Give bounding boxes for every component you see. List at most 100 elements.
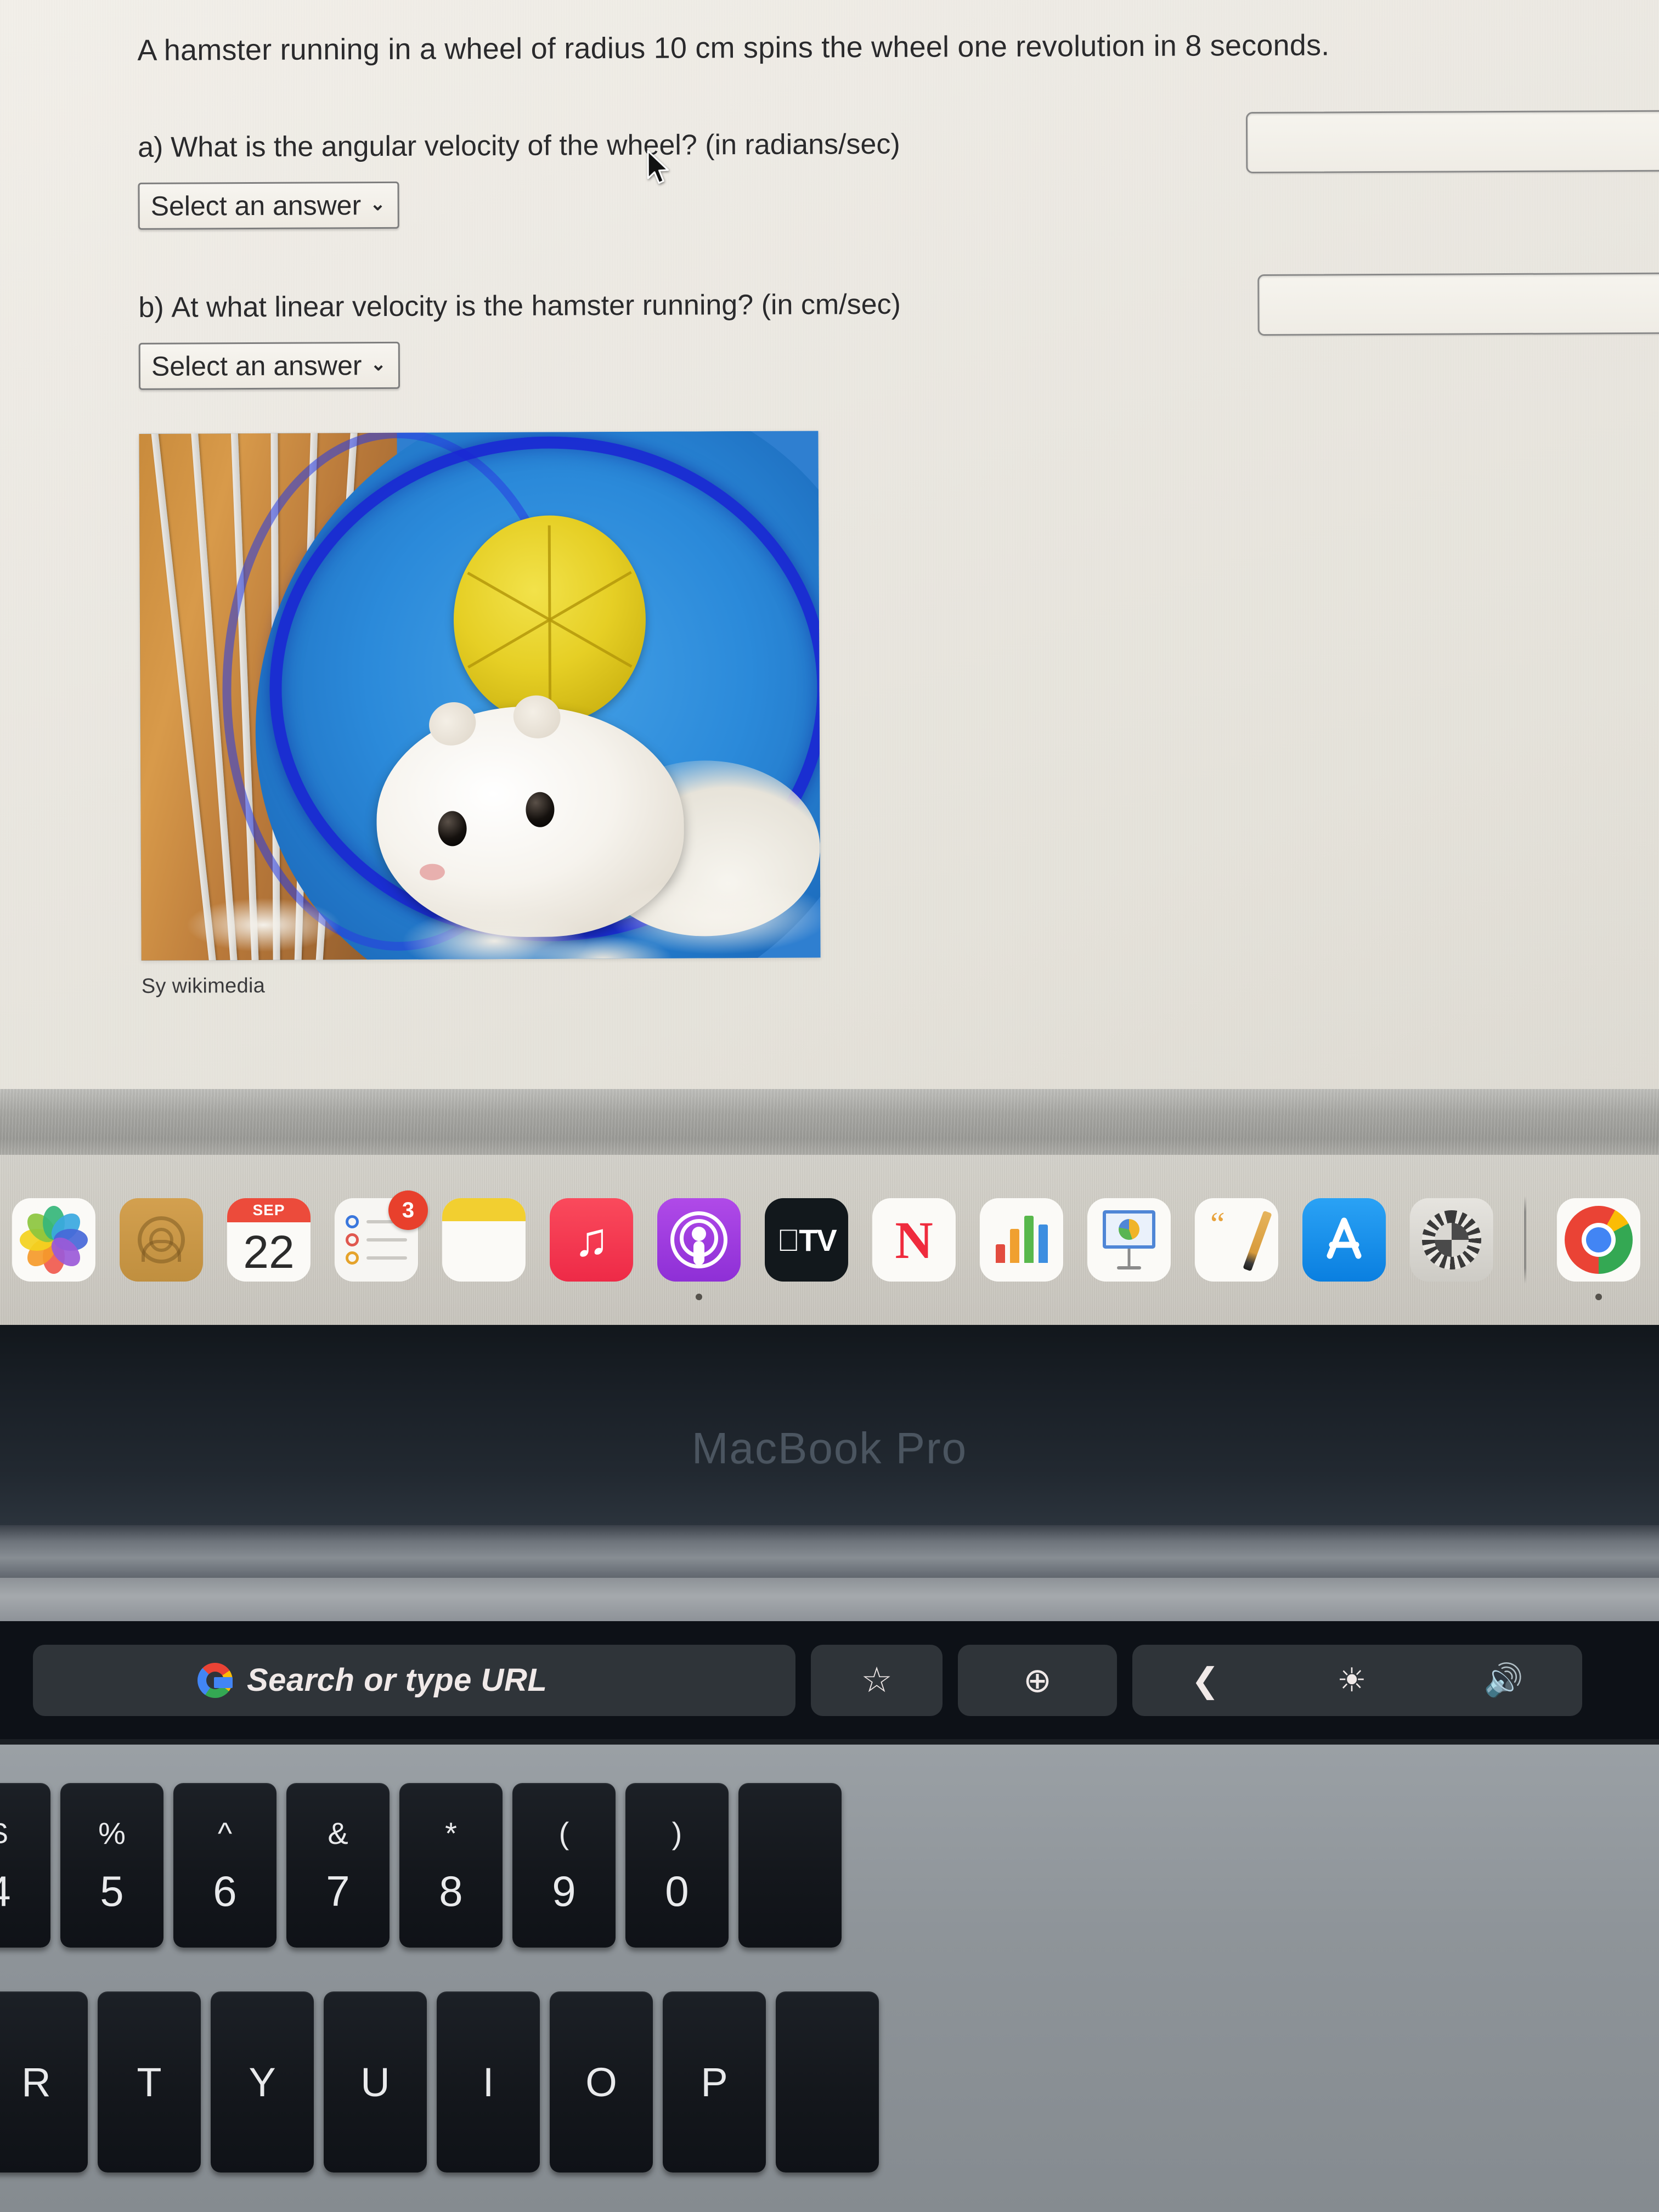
notes-icon [442, 1198, 526, 1221]
wheel-hub [453, 515, 646, 724]
macbook-pro-wordmark: MacBook Pro [691, 1423, 968, 1472]
calendar-day: 22 [243, 1226, 295, 1278]
answer-input-a[interactable] [1245, 109, 1659, 173]
news-icon: N [895, 1210, 933, 1269]
star-icon: ☆ [861, 1660, 893, 1700]
dock-item-google-chrome[interactable] [1557, 1198, 1640, 1300]
key-5[interactable]: % 5 [60, 1783, 163, 1948]
select-answer-b-label: Select an answer [151, 349, 362, 382]
reminder-dot-red [346, 1233, 359, 1246]
touchbar-control-strip: ❮ ☀ 🔊 [1132, 1644, 1582, 1716]
touchbar-bookmark-button[interactable]: ☆ [811, 1644, 943, 1716]
touchbar-omnibox-label: Search or type URL [247, 1662, 548, 1698]
select-answer-b[interactable]: Select an answer ⌄ [138, 341, 400, 390]
select-answer-a[interactable]: Select an answer ⌄ [138, 181, 399, 230]
dock-item-calendar[interactable]: SEP 22 [227, 1198, 311, 1282]
keynote-icon [1103, 1210, 1155, 1269]
dock-item-music[interactable]: ♫ [550, 1198, 633, 1282]
dock-item-news[interactable]: N [872, 1198, 956, 1282]
laptop-hinge [0, 1525, 1659, 1580]
apple-tv-icon: TV [777, 1222, 837, 1257]
photos-icon [20, 1206, 88, 1274]
key-o[interactable]: O [550, 1991, 653, 2172]
key-minus-partial[interactable] [738, 1783, 842, 1948]
key-4[interactable]: $ 4 [0, 1783, 50, 1948]
volume-icon[interactable]: 🔊 [1484, 1662, 1523, 1699]
key-bracket-partial[interactable] [776, 1991, 879, 2172]
dock-item-pages[interactable]: “ [1195, 1198, 1278, 1282]
key-u[interactable]: U [324, 1991, 427, 2172]
browser-screen: A hamster running in a wheel of radius 1… [0, 0, 1659, 1097]
touch-bar: Search or type URL ☆ ⊕ ❮ ☀ 🔊 [0, 1621, 1659, 1739]
key-0[interactable]: ) 0 [625, 1783, 729, 1948]
question-a-label: a) What is the angular velocity of the wh… [138, 127, 900, 163]
select-answer-a-label: Select an answer [150, 189, 362, 222]
question-b-marker: b) [138, 291, 164, 324]
key-6[interactable]: ^ 6 [173, 1783, 276, 1948]
dock-item-apple-tv[interactable]: TV [765, 1198, 848, 1282]
laptop-lid-bottom-bezel: MacBook Pro [0, 1325, 1659, 1525]
bedding-bottom [140, 836, 821, 961]
chevron-down-icon: ⌄ [370, 193, 386, 215]
macos-dock: SEP 22 3 ♫ TV N [0, 1155, 1659, 1325]
hamster-wheel-photo [139, 430, 821, 961]
reminder-dot-blue [346, 1215, 359, 1228]
question-a-text: What is the angular velocity of the whee… [171, 128, 900, 163]
key-9[interactable]: ( 9 [512, 1783, 616, 1948]
keyboard-letter-row: R T Y U I O P [0, 1991, 1659, 2172]
touchbar-new-tab-button[interactable]: ⊕ [958, 1644, 1117, 1716]
brightness-icon[interactable]: ☀ [1337, 1661, 1367, 1700]
dock-item-system-settings[interactable] [1410, 1198, 1493, 1282]
reminder-dot-orange [346, 1251, 359, 1265]
hamster-figure: Sy wikimedia [139, 427, 1622, 998]
key-y[interactable]: Y [211, 1991, 314, 2172]
pages-quote-icon: “ [1210, 1206, 1225, 1242]
desktop-background-strip [0, 1089, 1659, 1160]
question-b-label: b) At what linear velocity is the hamster… [138, 287, 901, 324]
app-running-indicator [696, 1294, 702, 1300]
chevron-down-icon: ⌄ [370, 353, 387, 375]
calendar-month: SEP [227, 1198, 311, 1222]
question-b: b) At what linear velocity is the hamster… [138, 272, 1659, 390]
app-running-indicator [1595, 1294, 1602, 1300]
gear-icon [1422, 1210, 1481, 1269]
contacts-icon [138, 1216, 185, 1263]
question-page: A hamster running in a wheel of radius 1… [137, 26, 1659, 998]
mouse-cursor-arrow-icon [647, 150, 669, 184]
question-prompt: A hamster running in a wheel of radius 1… [137, 29, 1330, 67]
key-8[interactable]: * 8 [399, 1783, 503, 1948]
laptop-deck-top [0, 1578, 1659, 1624]
dock-separator [1524, 1196, 1526, 1284]
chrome-icon [1565, 1206, 1633, 1274]
answer-input-b[interactable] [1257, 272, 1659, 336]
laptop-keyboard: $ 4 % 5 ^ 6 & 7 * 8 ( 9 ) 0 R [0, 1745, 1659, 2212]
numbers-icon-bar [995, 1244, 1005, 1263]
reminders-badge: 3 [388, 1190, 428, 1230]
question-b-text: At what linear velocity is the hamster r… [171, 288, 901, 324]
key-r[interactable]: R [0, 1991, 88, 2172]
podcasts-icon [670, 1211, 727, 1268]
photo-credit: Sy wikimedia [141, 974, 266, 998]
key-7[interactable]: & 7 [286, 1783, 390, 1948]
dock-item-keynote[interactable] [1087, 1198, 1171, 1282]
music-note-icon: ♫ [573, 1213, 610, 1266]
key-t[interactable]: T [98, 1991, 201, 2172]
question-a-marker: a) [138, 131, 163, 163]
keyboard-number-row: $ 4 % 5 ^ 6 & 7 * 8 ( 9 ) 0 [0, 1783, 1659, 1948]
pages-pen-icon [1243, 1210, 1272, 1272]
dock-item-numbers[interactable] [980, 1198, 1063, 1282]
app-store-icon [1327, 1217, 1362, 1259]
dock-item-notes[interactable] [442, 1198, 526, 1282]
dock-item-contacts[interactable] [120, 1198, 203, 1282]
dock-item-photos[interactable] [12, 1198, 95, 1282]
dock-item-reminders[interactable]: 3 [335, 1190, 428, 1282]
question-a: a) What is the angular velocity of the wh… [138, 109, 1659, 230]
key-p[interactable]: P [663, 1991, 766, 2172]
key-i[interactable]: I [437, 1991, 540, 2172]
dock-item-app-store[interactable] [1302, 1198, 1386, 1282]
expand-chevron-icon[interactable]: ❮ [1191, 1660, 1220, 1700]
dock-item-podcasts[interactable] [657, 1198, 741, 1300]
plus-circle-icon: ⊕ [1023, 1662, 1052, 1700]
google-g-icon [198, 1662, 233, 1698]
touchbar-omnibox[interactable]: Search or type URL [33, 1644, 795, 1716]
